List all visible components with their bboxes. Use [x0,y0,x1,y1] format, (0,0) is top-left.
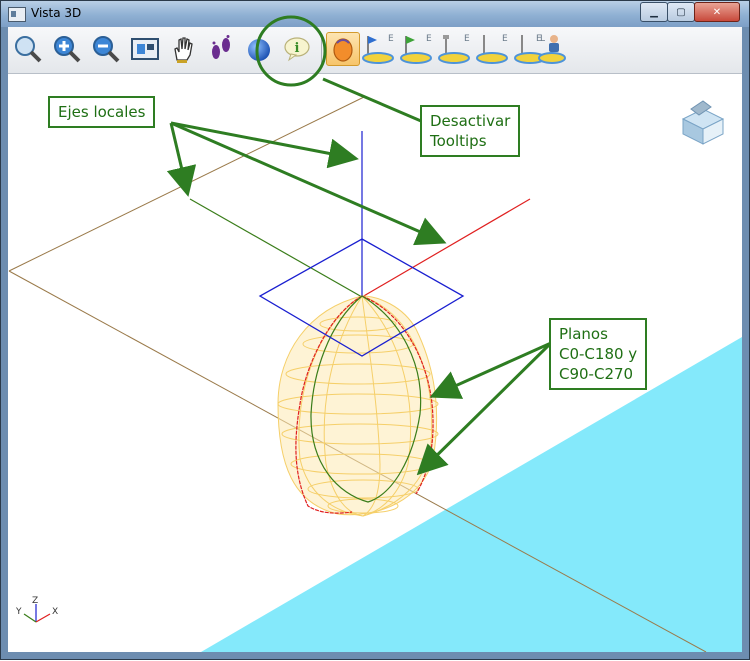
zoom-in-icon [54,36,81,63]
plane-c0-button[interactable]: E [362,32,396,66]
toolbar-letter: E [426,34,432,44]
zoom-out-icon [93,36,120,63]
close-button[interactable]: ✕ [694,2,740,22]
app-icon [8,7,26,22]
zoom-window-icon [15,36,42,63]
footprints-icon [212,35,230,59]
callout-planes: Planos C0-C180 y C90-C270 [549,318,648,390]
toolbar-letter: E [536,34,542,44]
pan-button[interactable] [166,32,200,66]
toolbar-letter: E [388,34,394,44]
callout-local-axes: Ejes locales [48,96,156,128]
zoom-in-button[interactable] [50,32,84,66]
fit-view-button[interactable] [128,32,162,66]
svg-text:i: i [295,41,300,56]
axis-y-label: Y [15,607,22,617]
tooltips-toggle-button[interactable]: i [280,32,314,66]
app-window: Vista 3D ▁ ▢ ✕ i E E E E L E Z X Y Ejes … [0,0,750,660]
plane-luminaire-button[interactable]: E [476,32,510,66]
walk-button[interactable] [204,32,238,66]
toolbar-letter: E [502,34,508,44]
title-bar[interactable]: Vista 3D ▁ ▢ ✕ [1,1,749,27]
axis-z-label: Z [32,596,38,606]
plane-observer-button[interactable]: E [532,32,566,66]
zoom-out-button[interactable] [89,32,123,66]
local-axis-y [189,198,363,298]
photometric-wireframe [277,295,439,517]
info-bubble-icon: i [284,37,310,62]
hand-icon [174,37,193,63]
zoom-window-button[interactable] [11,32,45,66]
plane-c90-button[interactable]: E [400,32,434,66]
axes-indicator: Z X Y [15,596,58,623]
toolbar-letter: E [464,34,470,44]
axis-x-label: X [52,607,58,617]
minimize-button[interactable]: ▁ [640,2,668,22]
window-title: Vista 3D [31,6,82,20]
photometric-solid-icon [333,38,353,62]
callout-tooltips: Desactivar Tooltips [420,105,521,157]
maximize-button[interactable]: ▢ [667,2,695,22]
local-axis-x [361,198,531,298]
sphere-view-button[interactable] [242,32,276,66]
photometric-solid-button[interactable] [326,32,360,66]
sphere-icon [248,39,270,61]
plane-height-button[interactable]: E [438,32,472,66]
toolbar: i E E E E L E [8,27,742,74]
toolbar-separator [321,33,322,67]
fit-view-icon [131,38,159,60]
view-cube-icon[interactable] [681,100,725,145]
